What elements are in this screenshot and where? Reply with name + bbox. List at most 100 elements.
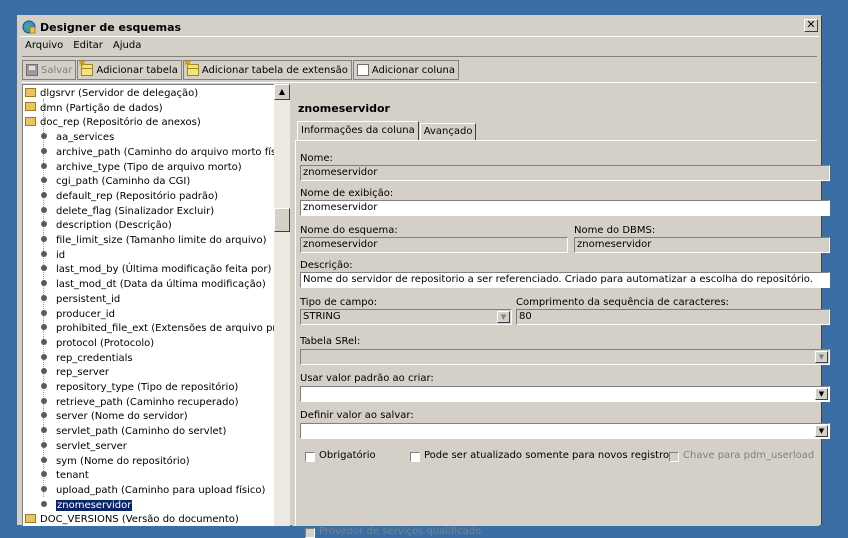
window-title: Designer de esquemas <box>40 20 182 34</box>
detail-tabs: Informações da coluna Avançado <box>297 121 477 141</box>
qualified-provider-checkbox <box>305 528 315 538</box>
field-bullet-icon <box>41 338 47 345</box>
field-bullet-icon <box>41 353 47 360</box>
tree-item[interactable]: upload_path (Caminho para upload físico) <box>41 484 265 498</box>
new-table-icon <box>78 59 94 76</box>
field-bullet-icon <box>41 324 47 331</box>
default-on-create-label: Usar valor padrão ao criar: <box>300 373 434 384</box>
required-checkbox[interactable] <box>305 452 315 462</box>
close-button[interactable]: ✕ <box>804 19 818 32</box>
schema-tree[interactable]: dlgsrvr (Servidor de delegação) dmn (Par… <box>22 84 274 526</box>
tree-item[interactable]: tenant <box>41 469 89 483</box>
field-type-label: Tipo de campo: <box>300 297 378 308</box>
tree-item[interactable]: aa_services <box>41 131 114 145</box>
tree-folder[interactable]: doc_rep (Repositório de anexos) <box>25 116 201 130</box>
tree-item[interactable]: file_limit_size (Tamanho limite do arqui… <box>41 234 267 248</box>
field-bullet-icon <box>41 221 47 228</box>
field-bullet-icon <box>41 191 47 198</box>
field-bullet-icon <box>41 177 47 184</box>
srel-table-label: Tabela SRel: <box>300 336 361 347</box>
menu-ajuda[interactable]: Ajuda <box>108 40 146 51</box>
set-on-save-label: Definir valor ao salvar: <box>300 410 414 421</box>
tree-item[interactable]: prohibited_file_ext (Extensões de arquiv… <box>41 322 274 336</box>
scrollbar-thumb[interactable] <box>274 208 290 232</box>
tab-advanced[interactable]: Avançado <box>419 123 477 140</box>
tree-item[interactable]: repository_type (Tipo de repositório) <box>41 381 238 395</box>
description-input[interactable]: Nome do servidor de repositorio a ser re… <box>300 272 830 288</box>
tree-item[interactable]: sym (Nome do repositório) <box>41 455 190 469</box>
tree-folder[interactable]: dlgsrvr (Servidor de delegação) <box>25 87 198 101</box>
default-on-create-select[interactable]: ▼ <box>300 386 830 402</box>
dbms-name-label: Nome do DBMS: <box>574 225 656 236</box>
field-bullet-icon <box>41 368 47 375</box>
new-document-icon <box>356 64 369 76</box>
field-bullet-icon <box>41 485 47 492</box>
name-label: Nome: <box>300 153 333 164</box>
tree-item[interactable]: rep_server <box>41 366 109 380</box>
title-bar: Designer de esquemas ✕ <box>20 18 819 37</box>
set-on-save-select[interactable]: ▼ <box>300 423 830 439</box>
folder-icon <box>25 102 36 112</box>
pdm-userload-key-label: Chave para pdm_userload <box>683 450 815 461</box>
tree-item[interactable]: last_mod_by (Última modificação feita po… <box>41 263 271 277</box>
field-bullet-icon <box>41 397 47 404</box>
tree-item[interactable]: protocol (Protocolo) <box>41 337 154 351</box>
tree-item[interactable]: archive_path (Caminho do arquivo morto f… <box>41 146 274 160</box>
update-new-only-checkbox[interactable] <box>410 452 420 462</box>
tab-body: Nome: znomeservidor Nome de exibição: zn… <box>295 140 830 538</box>
tree-item[interactable]: description (Descrição) <box>41 219 172 233</box>
dbms-name-field: znomeservidor <box>574 237 830 253</box>
tree-item[interactable]: id <box>41 249 65 263</box>
field-bullet-icon <box>41 441 47 448</box>
string-length-label: Comprimento da sequência de caracteres: <box>516 297 730 308</box>
field-bullet-icon <box>41 265 47 272</box>
add-extension-table-label: Adicionar tabela de extensão <box>201 64 348 76</box>
tree-item-selected[interactable]: znomeservidor <box>41 498 134 513</box>
tab-column-info[interactable]: Informações da coluna <box>297 121 419 140</box>
display-name-input[interactable]: znomeservidor <box>300 200 830 216</box>
tree-item[interactable]: rep_credentials <box>41 352 133 366</box>
add-table-button[interactable]: Adicionar tabela <box>77 59 182 80</box>
name-field: znomeservidor <box>300 165 830 181</box>
field-bullet-icon <box>41 383 47 389</box>
tree-item[interactable]: retrieve_path (Caminho recuperado) <box>41 396 238 410</box>
column-details-panel: znomeservidor Informações da coluna Avan… <box>292 84 830 538</box>
field-type-value: STRING <box>303 311 341 322</box>
tree-folder[interactable]: dmn (Partição de dados) <box>25 102 163 116</box>
tree-item[interactable]: delete_flag (Sinalizador Excluir) <box>41 205 214 219</box>
display-name-label: Nome de exibição: <box>300 188 394 199</box>
field-bullet-icon <box>41 500 47 507</box>
field-type-select: STRING ▼ <box>300 309 512 325</box>
pdm-userload-key-checkbox <box>669 452 679 462</box>
add-extension-table-button[interactable]: Adicionar tabela de extensão <box>182 59 352 80</box>
tree-item[interactable]: servlet_server <box>41 440 127 454</box>
save-button[interactable]: Salvar <box>22 60 77 80</box>
schema-designer-window: Designer de esquemas ✕ Arquivo Editar Aj… <box>17 15 830 538</box>
tree-folder[interactable]: DOC_VERSIONS (Versão do documento) <box>25 513 239 526</box>
tree-item[interactable]: last_mod_dt (Data da última modificação) <box>41 278 266 292</box>
scroll-up-arrow-icon[interactable]: ▲ <box>274 84 290 100</box>
dropdown-arrow-icon: ▼ <box>497 311 510 323</box>
column-heading: znomeservidor <box>298 102 390 115</box>
dropdown-arrow-icon[interactable]: ▼ <box>815 425 828 437</box>
tree-item[interactable]: archive_type (Tipo de arquivo morto) <box>41 161 242 175</box>
new-extension-table-icon <box>184 59 199 76</box>
field-bullet-icon <box>41 294 47 301</box>
qualified-provider-label: Provedor de serviços qualificado <box>319 526 482 537</box>
menu-editar[interactable]: Editar <box>68 40 108 51</box>
field-bullet-icon <box>41 471 47 478</box>
folder-icon <box>25 513 36 523</box>
menu-arquivo[interactable]: Arquivo <box>20 40 68 51</box>
tree-item[interactable]: servlet_path (Caminho do servlet) <box>41 425 226 439</box>
dropdown-arrow-icon[interactable]: ▼ <box>815 388 828 400</box>
tree-item[interactable]: cgi_path (Caminho da CGI) <box>41 175 190 189</box>
add-column-label: Adicionar coluna <box>371 64 455 76</box>
tree-item[interactable]: persistent_id <box>41 293 120 307</box>
tree-item[interactable]: producer_id <box>41 308 115 322</box>
add-column-button[interactable]: Adicionar coluna <box>352 60 459 80</box>
field-bullet-icon <box>41 147 47 154</box>
tree-item[interactable]: server (Nome do servidor) <box>41 410 188 424</box>
field-bullet-icon <box>41 206 47 213</box>
tree-item[interactable]: default_rep (Repositório padrão) <box>41 190 218 204</box>
tree-scrollbar[interactable]: ▲ <box>274 84 290 526</box>
